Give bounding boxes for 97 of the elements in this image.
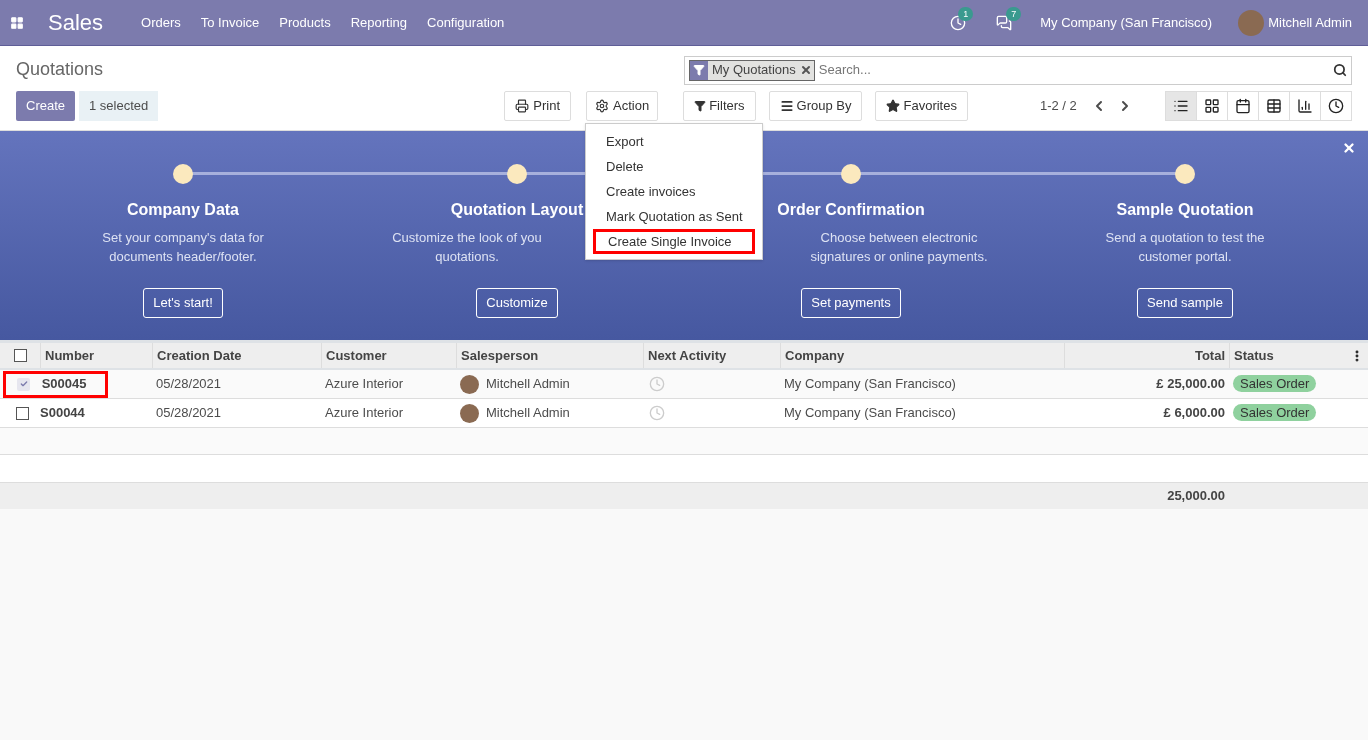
messages-icon[interactable] [996,14,1013,31]
search-field[interactable]: My Quotations Search... [684,55,1352,85]
search-icon[interactable] [1333,63,1347,77]
column-header[interactable]: Salesperson [461,345,539,366]
navbar-menu-item[interactable]: Reporting [350,12,407,33]
table-cell-text: Azure Interior [324,375,405,394]
bars-icon [779,99,794,113]
view-switcher-button[interactable] [1320,91,1352,121]
favorites-button[interactable]: Favorites [875,91,968,121]
action-button[interactable]: Action [586,91,659,121]
filters-button[interactable]: Filters [683,91,756,121]
table-cell-text: S00044 [40,404,86,423]
column-header[interactable]: Number [45,345,95,366]
table-cell-text: £ 6,000.00 [1162,404,1226,423]
star-icon [886,99,901,113]
status-badge: Sales Order [1233,404,1317,422]
avatar-icon [460,403,479,423]
view-switcher-button[interactable] [1258,91,1290,121]
dropdown-menu-item[interactable]: Export [586,129,762,154]
app-name: Sales [48,9,104,37]
close-icon[interactable] [1342,141,1356,155]
selection-counter: 1 selected [79,91,159,121]
dropdown-menu-item[interactable]: Create invoices [586,179,762,204]
column-header[interactable]: Company [785,345,845,366]
navbar-menu-item[interactable]: Products [279,12,331,33]
step-description: Set your company's data for [102,229,264,247]
navbar-menu-item[interactable]: To Invoice [200,12,260,33]
step-title: Company Data [127,200,239,220]
step-button[interactable]: Customize [476,288,558,318]
table-cell-text: My Company (San Francisco) [783,404,957,423]
step-button[interactable]: Set payments [801,288,901,318]
footer-total: 25,000.00 [1166,487,1226,506]
step-title: Quotation Layout [450,200,584,220]
table-cell-text: My Company (San Francisco) [783,375,957,394]
table-cell-text: S00045 [41,375,88,394]
step-description: Customize the look of you [392,229,542,247]
column-header[interactable]: Next Activity [648,345,727,366]
table-view-icon [1266,98,1282,114]
table-cell-text: Mitchell Admin [486,404,570,423]
step-description: customer portal. [1138,248,1232,266]
search-input[interactable]: Search... [818,60,1333,80]
apps-menu-icon[interactable] [10,15,24,30]
column-header[interactable]: Total [1194,345,1225,366]
step-description: quotations. [435,248,499,266]
remove-facet-icon[interactable] [799,64,812,76]
table-cell-text: 05/28/2021 [155,404,223,423]
step-description: Send a quotation to test the [1105,229,1265,247]
view-switcher-button[interactable] [1196,91,1228,121]
view-switcher-button[interactable] [1165,91,1197,121]
step-description: signatures or online payments. [810,248,988,266]
step-title: Order Confirmation [777,200,925,220]
row-checkbox[interactable] [17,377,31,391]
activity-count-badge: 1 [958,6,974,21]
navbar-menu-item[interactable]: Orders [141,12,181,33]
calendar-view-icon [1235,98,1251,114]
page-title: Quotations [16,57,104,81]
select-all-checkbox[interactable] [13,349,27,362]
table-cell-text: 05/28/2021 [155,375,223,394]
user-menu[interactable]: Mitchell Admin [1268,12,1352,33]
table-cell-text: Azure Interior [324,404,405,423]
check-icon [19,380,28,388]
facet-label: My Quotations [711,61,797,80]
row-checkbox[interactable] [15,406,29,420]
view-switcher-button[interactable] [1227,91,1259,121]
column-header[interactable]: Creation Date [157,345,242,366]
clock-icon [1328,98,1344,114]
status-badge: Sales Order [1233,375,1317,393]
view-switcher-button[interactable] [1289,91,1321,121]
group-by-button[interactable]: Group By [768,91,863,121]
dropdown-menu-item[interactable]: Delete [586,154,762,179]
filter-icon [693,64,705,76]
gear-icon [595,99,610,113]
dropdown-menu-item[interactable]: Create Single Invoice [593,229,755,254]
kanban-view-icon [1204,98,1220,114]
printer-icon [515,99,530,113]
step-title: Sample Quotation [1116,200,1254,220]
column-header[interactable]: Customer [326,345,387,366]
print-button[interactable]: Print [504,91,572,121]
table-row[interactable]: S00045 05/28/2021 Azure Interior Mitchell Admin My Company (San Francisco) £ 25,000.00 Sales Order [0,370,1368,399]
company-switcher[interactable]: My Company (San Francisco) [1040,12,1213,33]
table-cell-text: £ 25,000.00 [1155,375,1226,394]
message-count-badge: 7 [1006,6,1022,21]
navbar-menu-item[interactable]: Configuration [427,12,505,33]
step-button[interactable]: Send sample [1137,288,1233,318]
filter-icon [694,100,707,112]
step-description: Choose between electronic [820,229,978,247]
step-description: documents header/footer. [109,248,257,266]
bar-chart-icon [1297,98,1313,114]
column-header[interactable]: Status [1234,345,1274,366]
create-button[interactable]: Create [16,91,76,121]
user-avatar [1238,9,1265,36]
pager-value: 1-2 / 2 [1039,97,1077,116]
step-button[interactable]: Let's start! [143,288,223,318]
table-cell-text: Mitchell Admin [486,375,570,394]
dropdown-menu-item[interactable]: Mark Quotation as Sent [586,204,762,229]
avatar-icon [460,374,479,394]
list-view-icon [1173,98,1189,114]
